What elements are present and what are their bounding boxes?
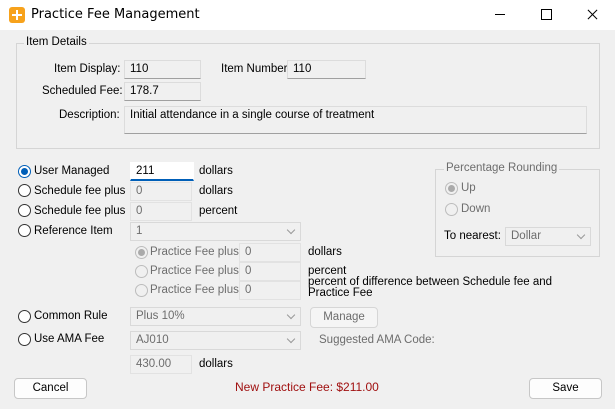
scheduled-fee-field: 178.7: [124, 82, 201, 101]
common-rule-radio[interactable]: [18, 310, 31, 323]
round-down-label[interactable]: Down: [461, 203, 490, 215]
common-rule-select[interactable]: Plus 10%: [130, 307, 301, 326]
round-up-radio[interactable]: [445, 182, 458, 195]
plus-app-icon: [9, 7, 25, 23]
ref-practice-fee-dollars-label[interactable]: Practice Fee plus: [150, 246, 239, 258]
reference-item-radio[interactable]: [18, 224, 31, 237]
reference-item-label[interactable]: Reference Item: [34, 225, 113, 237]
schedule-fee-plus-dollars-radio[interactable]: [18, 184, 31, 197]
chevron-down-icon: [576, 230, 586, 240]
schedule-fee-plus-percent-unit: percent: [199, 205, 238, 217]
chevron-down-icon: [286, 310, 296, 320]
ref-practice-fee-percent-label[interactable]: Practice Fee plus: [150, 265, 239, 277]
new-practice-fee-text: New Practice Fee: $211.00: [235, 380, 379, 394]
common-rule-select-value: Plus 10%: [136, 310, 185, 322]
ama-fee-unit: dollars: [199, 358, 233, 370]
ama-fee-value-field: 430.00: [130, 355, 192, 374]
percentage-rounding-legend: Percentage Rounding: [444, 162, 560, 174]
item-number-field: 110: [287, 60, 366, 79]
chevron-down-icon: [286, 225, 296, 235]
to-nearest-select[interactable]: Dollar: [505, 227, 591, 246]
item-details-legend: Item Details: [24, 36, 89, 48]
reference-item-select[interactable]: 1: [130, 222, 301, 241]
common-rule-label[interactable]: Common Rule: [34, 310, 108, 322]
manage-button[interactable]: Manage: [310, 307, 378, 328]
round-up-label[interactable]: Up: [461, 182, 476, 194]
description-field: Initial attendance in a single course of…: [124, 106, 587, 134]
description-label: Description:: [59, 109, 120, 121]
schedule-fee-plus-dollars-label[interactable]: Schedule fee plus: [34, 185, 125, 197]
ref-practice-fee-diff-label[interactable]: Practice Fee plus: [150, 284, 239, 296]
item-number-label: Item Number:: [221, 63, 291, 75]
schedule-fee-plus-percent-input[interactable]: 0: [130, 202, 192, 221]
ama-code-select-value: AJ010: [136, 334, 169, 346]
ref-practice-fee-dollars-unit: dollars: [308, 246, 342, 258]
to-nearest-label: To nearest:: [444, 230, 501, 242]
item-display-field: 110: [124, 60, 201, 79]
ref-practice-fee-dollars-radio[interactable]: [135, 246, 148, 259]
ref-practice-fee-percent-radio[interactable]: [135, 265, 148, 278]
scheduled-fee-label: Scheduled Fee:: [42, 85, 123, 97]
save-button[interactable]: Save: [529, 378, 602, 399]
to-nearest-select-value: Dollar: [511, 230, 542, 242]
maximize-icon[interactable]: [523, 0, 569, 30]
ama-code-select[interactable]: AJ010: [130, 331, 301, 350]
minimize-icon[interactable]: [477, 0, 523, 30]
user-managed-input[interactable]: 211: [130, 162, 194, 181]
window-title: Practice Fee Management: [31, 7, 200, 22]
user-managed-unit: dollars: [199, 165, 233, 177]
use-ama-fee-radio[interactable]: [18, 333, 31, 346]
round-down-radio[interactable]: [445, 203, 458, 216]
suggested-ama-code-label: Suggested AMA Code:: [319, 334, 435, 346]
title-bar: Practice Fee Management: [0, 0, 615, 30]
ref-practice-fee-diff-radio[interactable]: [135, 284, 148, 297]
use-ama-fee-label[interactable]: Use AMA Fee: [34, 333, 104, 345]
close-icon[interactable]: [569, 0, 615, 30]
ref-practice-fee-diff-input[interactable]: 0: [239, 281, 301, 300]
ref-practice-fee-diff-unit: percent of difference between Schedule f…: [308, 276, 553, 299]
schedule-fee-plus-dollars-unit: dollars: [199, 185, 233, 197]
chevron-down-icon: [286, 334, 296, 344]
schedule-fee-plus-percent-radio[interactable]: [18, 204, 31, 217]
item-display-label: Item Display:: [54, 63, 121, 75]
user-managed-label[interactable]: User Managed: [34, 165, 109, 177]
ref-practice-fee-percent-input[interactable]: 0: [239, 262, 301, 281]
schedule-fee-plus-dollars-input[interactable]: 0: [130, 182, 192, 201]
user-managed-radio[interactable]: [18, 165, 31, 178]
cancel-button[interactable]: Cancel: [14, 378, 87, 399]
ref-practice-fee-dollars-input[interactable]: 0: [239, 243, 301, 262]
schedule-fee-plus-percent-label[interactable]: Schedule fee plus: [34, 205, 125, 217]
reference-item-select-value: 1: [136, 225, 143, 237]
